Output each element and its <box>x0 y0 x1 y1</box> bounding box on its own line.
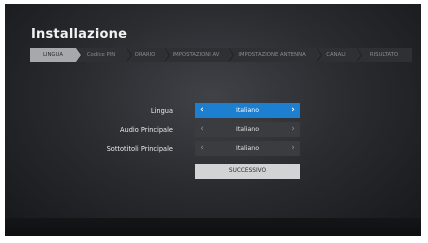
audio-selector[interactable]: ‹ Italiano › <box>195 122 300 137</box>
step-codice-pin[interactable]: Codice PIN <box>76 48 132 62</box>
page-title: Installazione <box>31 27 128 42</box>
step-label: LINGUA <box>42 52 64 58</box>
audio-value: Italiano <box>236 126 259 133</box>
next-button[interactable]: SUCCESSIVO <box>195 164 300 179</box>
chevron-right-icon[interactable]: › <box>287 141 299 156</box>
chevron-right-icon[interactable]: › <box>287 103 299 118</box>
screen-bottom-bezel <box>5 218 421 236</box>
subtitles-selector[interactable]: ‹ Italiano › <box>195 141 300 156</box>
audio-label: Audio Principale <box>120 126 173 134</box>
language-value: Italiano <box>236 107 259 114</box>
step-label: Codice PIN <box>86 52 116 58</box>
step-lingua[interactable]: LINGUA <box>30 48 82 62</box>
tv-screen: Installazione LINGUA Codice PIN ORARIO I… <box>5 4 421 236</box>
step-canali[interactable]: CANALI <box>316 48 362 62</box>
subtitles-value: Italiano <box>236 145 259 152</box>
step-label: RISULTATO <box>369 52 399 58</box>
chevron-right-icon[interactable]: › <box>287 122 299 137</box>
installation-steps-breadcrumb: LINGUA Codice PIN ORARIO IMPOSTAZIONI AV… <box>30 48 412 62</box>
step-label: ORARIO <box>134 52 156 58</box>
language-label: Lingua <box>150 107 173 115</box>
subtitles-label: Sottotitoli Principale <box>106 145 173 153</box>
step-impostazioni-av[interactable]: IMPOSTAZIONI AV <box>164 48 234 62</box>
step-label: IMPOSTAZIONE ANTENNA <box>238 52 306 58</box>
step-label: IMPOSTAZIONI AV <box>172 52 220 58</box>
step-risultato[interactable]: RISULTATO <box>356 48 412 62</box>
language-selector[interactable]: ‹ Italiano › <box>195 103 300 118</box>
step-label: CANALI <box>326 52 346 58</box>
step-impostazione-antenna[interactable]: IMPOSTAZIONE ANTENNA <box>228 48 322 62</box>
